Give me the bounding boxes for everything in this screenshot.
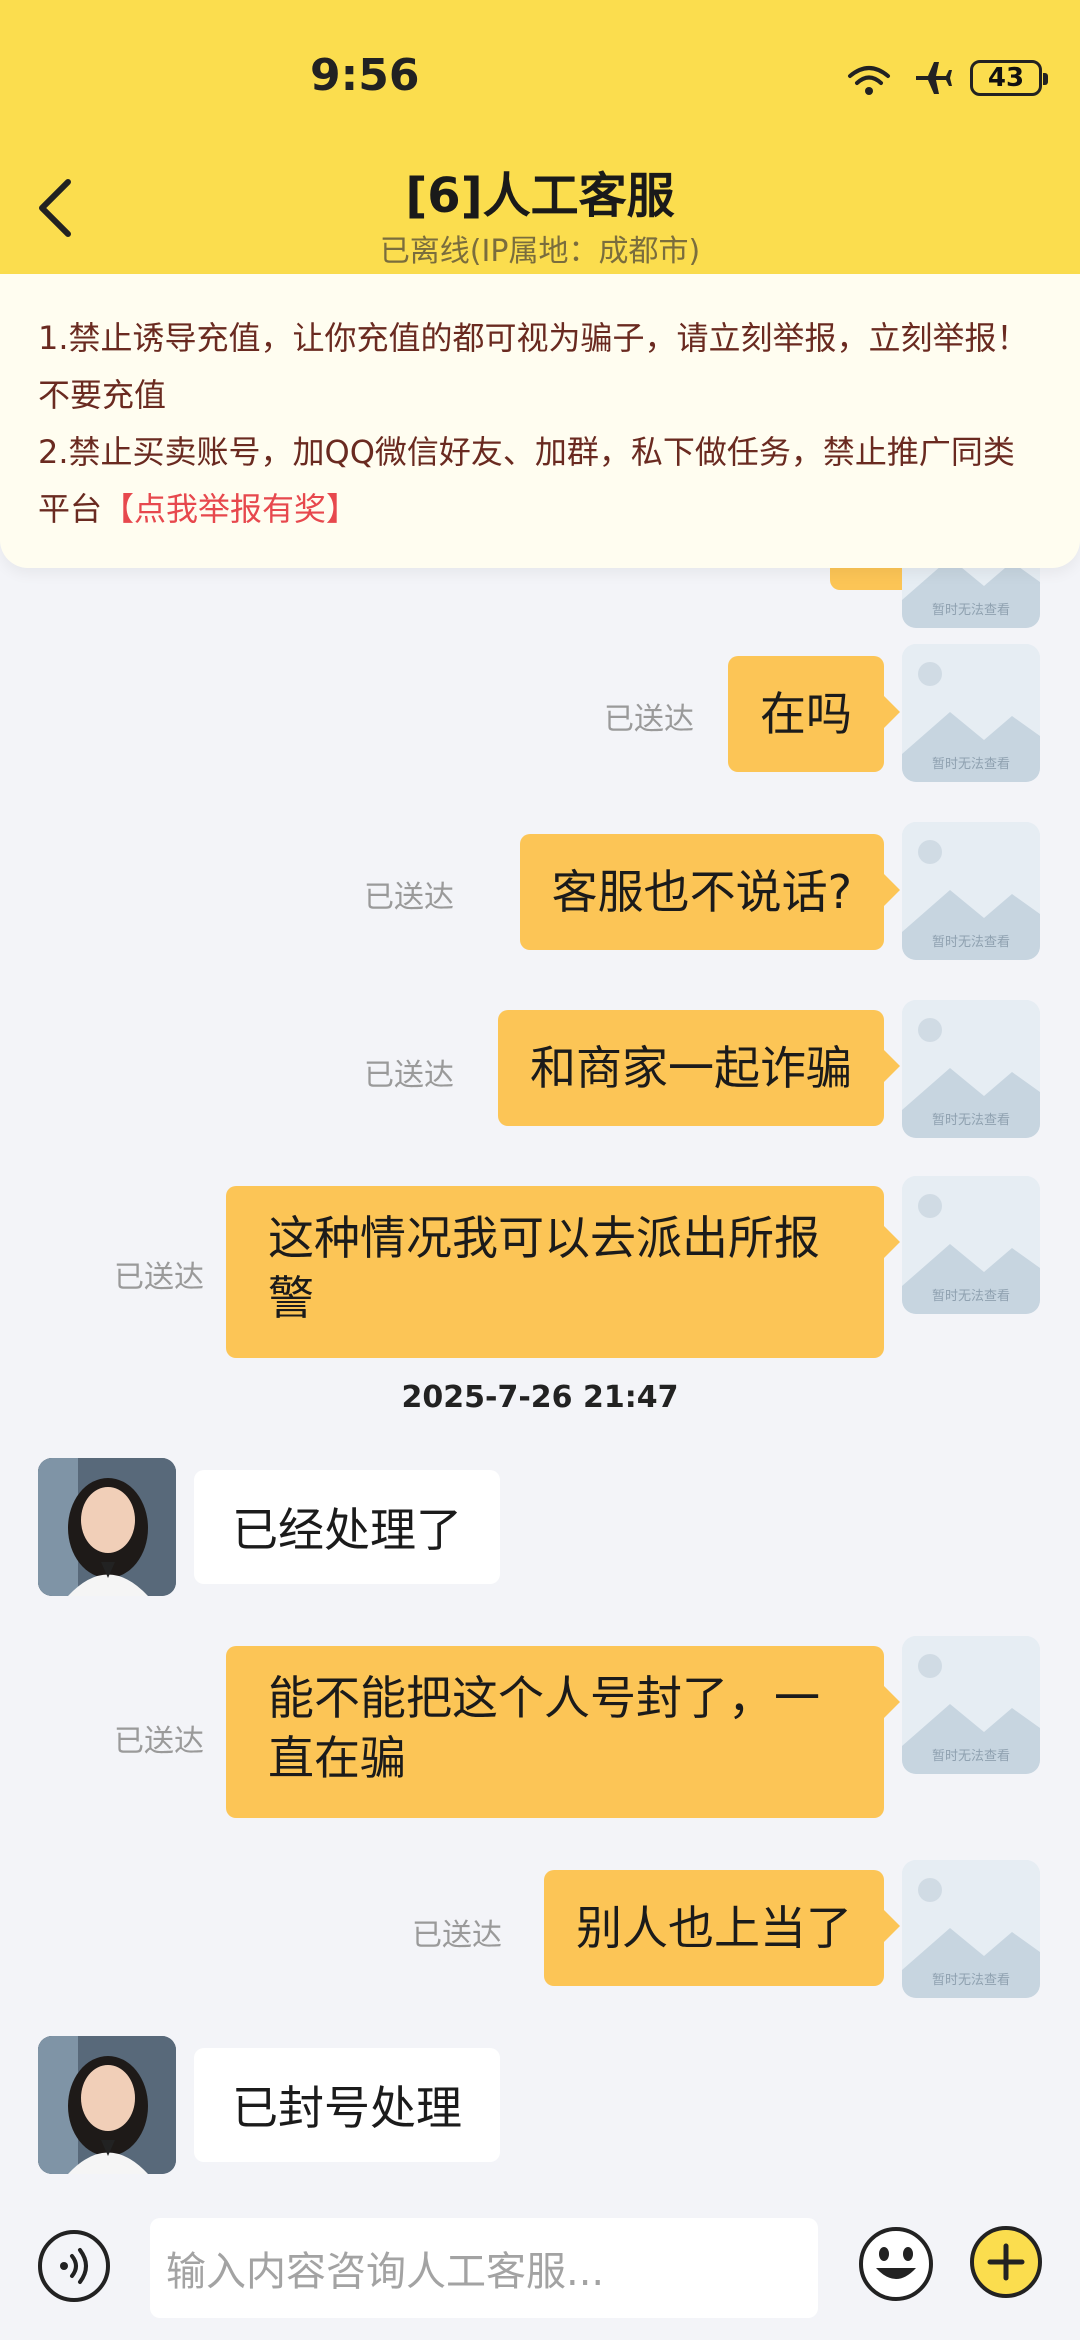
user-avatar-placeholder[interactable]: 暂时无法查看 bbox=[902, 822, 1040, 960]
message-bubble[interactable]: 这种情况我可以去派出所报警 bbox=[226, 1186, 900, 1358]
user-avatar-placeholder[interactable]: 暂时无法查看 bbox=[902, 1176, 1040, 1314]
user-avatar-placeholder[interactable]: 暂时无法查看 bbox=[902, 1000, 1040, 1138]
message-bubble[interactable]: 和商家一起诈骗 bbox=[498, 1010, 900, 1126]
svg-text:暂时无法查看: 暂时无法查看 bbox=[932, 1748, 1010, 1764]
svg-text:暂时无法查看: 暂时无法查看 bbox=[932, 934, 1010, 950]
notice-line-1: 1.禁止诱导充值，让你充值的都可视为骗子，请立刻举报，立刻举报！不要充值 bbox=[38, 319, 1029, 414]
svg-text:暂时无法查看: 暂时无法查看 bbox=[932, 1972, 1010, 1988]
page-subtitle: 已离线(IP属地：成都市) bbox=[379, 234, 701, 269]
svg-text:暂时无法查看: 暂时无法查看 bbox=[932, 756, 1010, 772]
message-bubble[interactable]: 已经处理了 bbox=[194, 1470, 500, 1584]
agent-avatar[interactable] bbox=[38, 1458, 176, 1596]
message-bubble[interactable]: 别人也上当了 bbox=[544, 1870, 900, 1986]
header-bar: 9:56 43 [6]人工客服 已离线(IP属地：成都市) bbox=[0, 0, 1080, 290]
agent-avatar[interactable] bbox=[38, 2036, 176, 2174]
airplane-mode-icon bbox=[912, 58, 952, 98]
battery-indicator: 43 bbox=[970, 60, 1048, 96]
status-time: 9:56 bbox=[310, 50, 420, 101]
user-avatar-placeholder[interactable]: 暂时无法查看 bbox=[902, 1636, 1040, 1774]
message-bubble[interactable]: 已封号处理 bbox=[194, 2048, 500, 2162]
user-avatar-placeholder[interactable]: 暂时无法查看 bbox=[902, 1860, 1040, 1998]
message-timestamp: 2025-7-26 21:47 bbox=[401, 1380, 679, 1415]
message-bubble[interactable]: 客服也不说话? bbox=[519, 834, 901, 950]
delivered-status: 已送达 bbox=[114, 1724, 204, 1759]
delivered-status: 已送达 bbox=[412, 1918, 502, 1953]
message-bubble[interactable]: 能不能把这个人号封了，一直在骗 bbox=[226, 1646, 900, 1818]
delivered-status: 已送达 bbox=[604, 702, 694, 737]
voice-icon[interactable] bbox=[36, 2228, 112, 2304]
plus-icon[interactable] bbox=[968, 2224, 1044, 2300]
warning-notice: 1.禁止诱导充值，让你充值的都可视为骗子，请立刻举报，立刻举报！不要充值 2.禁… bbox=[0, 274, 1080, 568]
delivered-status: 已送达 bbox=[364, 1058, 454, 1093]
message-input[interactable]: 输入内容咨询人工客服... bbox=[150, 2218, 818, 2318]
svg-text:暂时无法查看: 暂时无法查看 bbox=[932, 602, 1010, 618]
emoji-icon[interactable] bbox=[856, 2224, 936, 2304]
svg-text:暂时无法查看: 暂时无法查看 bbox=[932, 1112, 1010, 1128]
status-icons: 43 bbox=[844, 58, 1048, 98]
input-bar: 输入内容咨询人工客服... bbox=[0, 2200, 1080, 2340]
report-link[interactable]: 【点我举报有奖】 bbox=[102, 490, 358, 528]
delivered-status: 已送达 bbox=[364, 880, 454, 915]
wifi-icon bbox=[844, 58, 894, 98]
user-avatar-placeholder[interactable]: 暂时无法查看 bbox=[902, 644, 1040, 782]
page-title: [6]人工客服 bbox=[405, 168, 675, 224]
notice-line-2: 2.禁止买卖账号，加QQ微信好友、加群，私下做任务，禁止推广同类平台【点我举报有… bbox=[38, 424, 1042, 538]
message-bubble[interactable]: 在吗 bbox=[728, 656, 900, 772]
delivered-status: 已送达 bbox=[114, 1260, 204, 1295]
svg-text:暂时无法查看: 暂时无法查看 bbox=[932, 1288, 1010, 1304]
